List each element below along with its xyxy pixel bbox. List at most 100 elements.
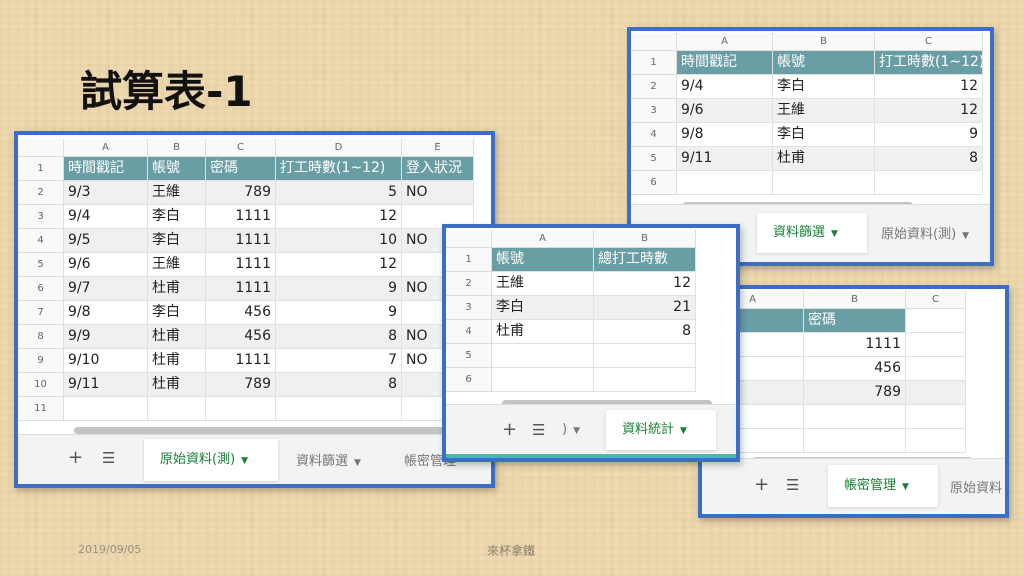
row-number[interactable]: 1 <box>631 51 677 75</box>
table-cell[interactable]: 1111 <box>206 205 276 229</box>
table-cell[interactable]: 李白 <box>148 301 206 325</box>
table-cell[interactable]: 9/6 <box>64 253 148 277</box>
row-number[interactable]: 2 <box>446 272 492 296</box>
column-header[interactable]: A <box>64 139 148 157</box>
row-number[interactable]: 5 <box>631 147 677 171</box>
table-cell[interactable] <box>276 397 402 421</box>
table-cell[interactable]: 9/4 <box>677 75 773 99</box>
table-cell[interactable]: 9/3 <box>64 181 148 205</box>
plus-icon[interactable]: + <box>502 419 517 440</box>
table-cell[interactable]: 9/11 <box>677 147 773 171</box>
table-cell[interactable] <box>148 397 206 421</box>
row-number[interactable]: 4 <box>631 123 677 147</box>
table-cell[interactable]: 12 <box>875 75 983 99</box>
column-header[interactable]: A <box>677 33 773 51</box>
sheet-tab[interactable]: 原始資料(測) ▼ <box>144 439 278 481</box>
column-header[interactable]: B <box>773 33 875 51</box>
table-cell[interactable]: 9/8 <box>677 123 773 147</box>
table-cell[interactable]: NO <box>402 181 474 205</box>
table-cell[interactable]: 9/4 <box>64 205 148 229</box>
table-cell[interactable]: 9/7 <box>64 277 148 301</box>
row-number[interactable]: 6 <box>446 368 492 392</box>
row-number[interactable]: 5 <box>18 253 64 277</box>
sheet-tab[interactable]: 資料篩選 ▼ <box>757 213 867 253</box>
table-cell[interactable] <box>594 368 696 392</box>
table-cell[interactable] <box>906 333 966 357</box>
table-cell[interactable]: 8 <box>594 320 696 344</box>
list-icon[interactable]: ☰ <box>102 449 115 467</box>
row-number[interactable]: 2 <box>18 181 64 205</box>
table-cell[interactable]: 9 <box>276 277 402 301</box>
sheet-tab[interactable]: 帳密管理 ▼ <box>828 465 938 507</box>
column-title-cell[interactable]: 時間戳記 <box>677 51 773 75</box>
corner-cell[interactable] <box>446 230 492 248</box>
column-header[interactable]: B <box>594 230 696 248</box>
table-cell[interactable]: 21 <box>594 296 696 320</box>
table-cell[interactable] <box>875 171 983 195</box>
column-header[interactable]: C <box>206 139 276 157</box>
row-number[interactable]: 7 <box>18 301 64 325</box>
column-header[interactable]: E <box>402 139 474 157</box>
table-cell[interactable]: 李白 <box>148 205 206 229</box>
table-cell[interactable]: 1111 <box>206 229 276 253</box>
column-header[interactable]: A <box>492 230 594 248</box>
table-cell[interactable]: 杜甫 <box>148 325 206 349</box>
table-cell[interactable]: 8 <box>875 147 983 171</box>
table-cell[interactable] <box>906 381 966 405</box>
table-cell[interactable]: 8 <box>276 325 402 349</box>
table-cell[interactable] <box>906 357 966 381</box>
row-number[interactable]: 1 <box>446 248 492 272</box>
table-cell[interactable]: 杜甫 <box>148 349 206 373</box>
sheet-tab[interactable]: 原始資料 <box>950 477 1002 496</box>
table-cell[interactable]: 5 <box>276 181 402 205</box>
table-cell[interactable] <box>677 171 773 195</box>
table-cell[interactable]: 12 <box>875 99 983 123</box>
table-cell[interactable] <box>492 344 594 368</box>
table-cell[interactable]: 456 <box>206 301 276 325</box>
row-number[interactable]: 2 <box>631 75 677 99</box>
row-number[interactable]: 5 <box>446 344 492 368</box>
table-cell[interactable]: 9 <box>875 123 983 147</box>
row-number[interactable]: 4 <box>446 320 492 344</box>
table-cell[interactable]: 李白 <box>492 296 594 320</box>
column-title-cell[interactable] <box>906 309 966 333</box>
table-cell[interactable]: 9/8 <box>64 301 148 325</box>
table-cell[interactable]: 王維 <box>773 99 875 123</box>
table-cell[interactable] <box>906 429 966 453</box>
plus-icon[interactable]: + <box>68 447 83 468</box>
sheet-tab[interactable]: 原始資料(測) ▼ <box>881 223 969 242</box>
table-cell[interactable] <box>804 405 906 429</box>
row-number[interactable]: 3 <box>18 205 64 229</box>
row-number[interactable]: 11 <box>18 397 64 421</box>
table-cell[interactable]: 9/6 <box>677 99 773 123</box>
table-cell[interactable]: 杜甫 <box>492 320 594 344</box>
table-cell[interactable]: 789 <box>804 381 906 405</box>
column-title-cell[interactable]: 打工時數(1~12) <box>875 51 983 75</box>
list-icon[interactable]: ☰ <box>786 476 799 494</box>
column-title-cell[interactable]: 密碼 <box>804 309 906 333</box>
row-number[interactable]: 10 <box>18 373 64 397</box>
table-cell[interactable]: 789 <box>206 181 276 205</box>
table-cell[interactable] <box>206 397 276 421</box>
row-number[interactable]: 3 <box>446 296 492 320</box>
row-number[interactable]: 4 <box>18 229 64 253</box>
table-cell[interactable]: 1111 <box>206 277 276 301</box>
row-number[interactable]: 9 <box>18 349 64 373</box>
table-cell[interactable]: 8 <box>276 373 402 397</box>
column-header[interactable]: C <box>875 33 983 51</box>
table-cell[interactable]: 9/5 <box>64 229 148 253</box>
table-cell[interactable] <box>594 344 696 368</box>
column-title-cell[interactable]: 帳號 <box>148 157 206 181</box>
corner-cell[interactable] <box>18 139 64 157</box>
column-header[interactable]: D <box>276 139 402 157</box>
table-cell[interactable]: 9/11 <box>64 373 148 397</box>
table-cell[interactable]: 7 <box>276 349 402 373</box>
table-cell[interactable]: 1111 <box>206 349 276 373</box>
column-header[interactable]: B <box>804 291 906 309</box>
table-cell[interactable] <box>906 405 966 429</box>
table-cell[interactable]: 12 <box>276 253 402 277</box>
row-number[interactable]: 1 <box>18 157 64 181</box>
column-title-cell[interactable]: 時間戳記 <box>64 157 148 181</box>
row-number[interactable]: 6 <box>631 171 677 195</box>
column-header[interactable]: C <box>906 291 966 309</box>
